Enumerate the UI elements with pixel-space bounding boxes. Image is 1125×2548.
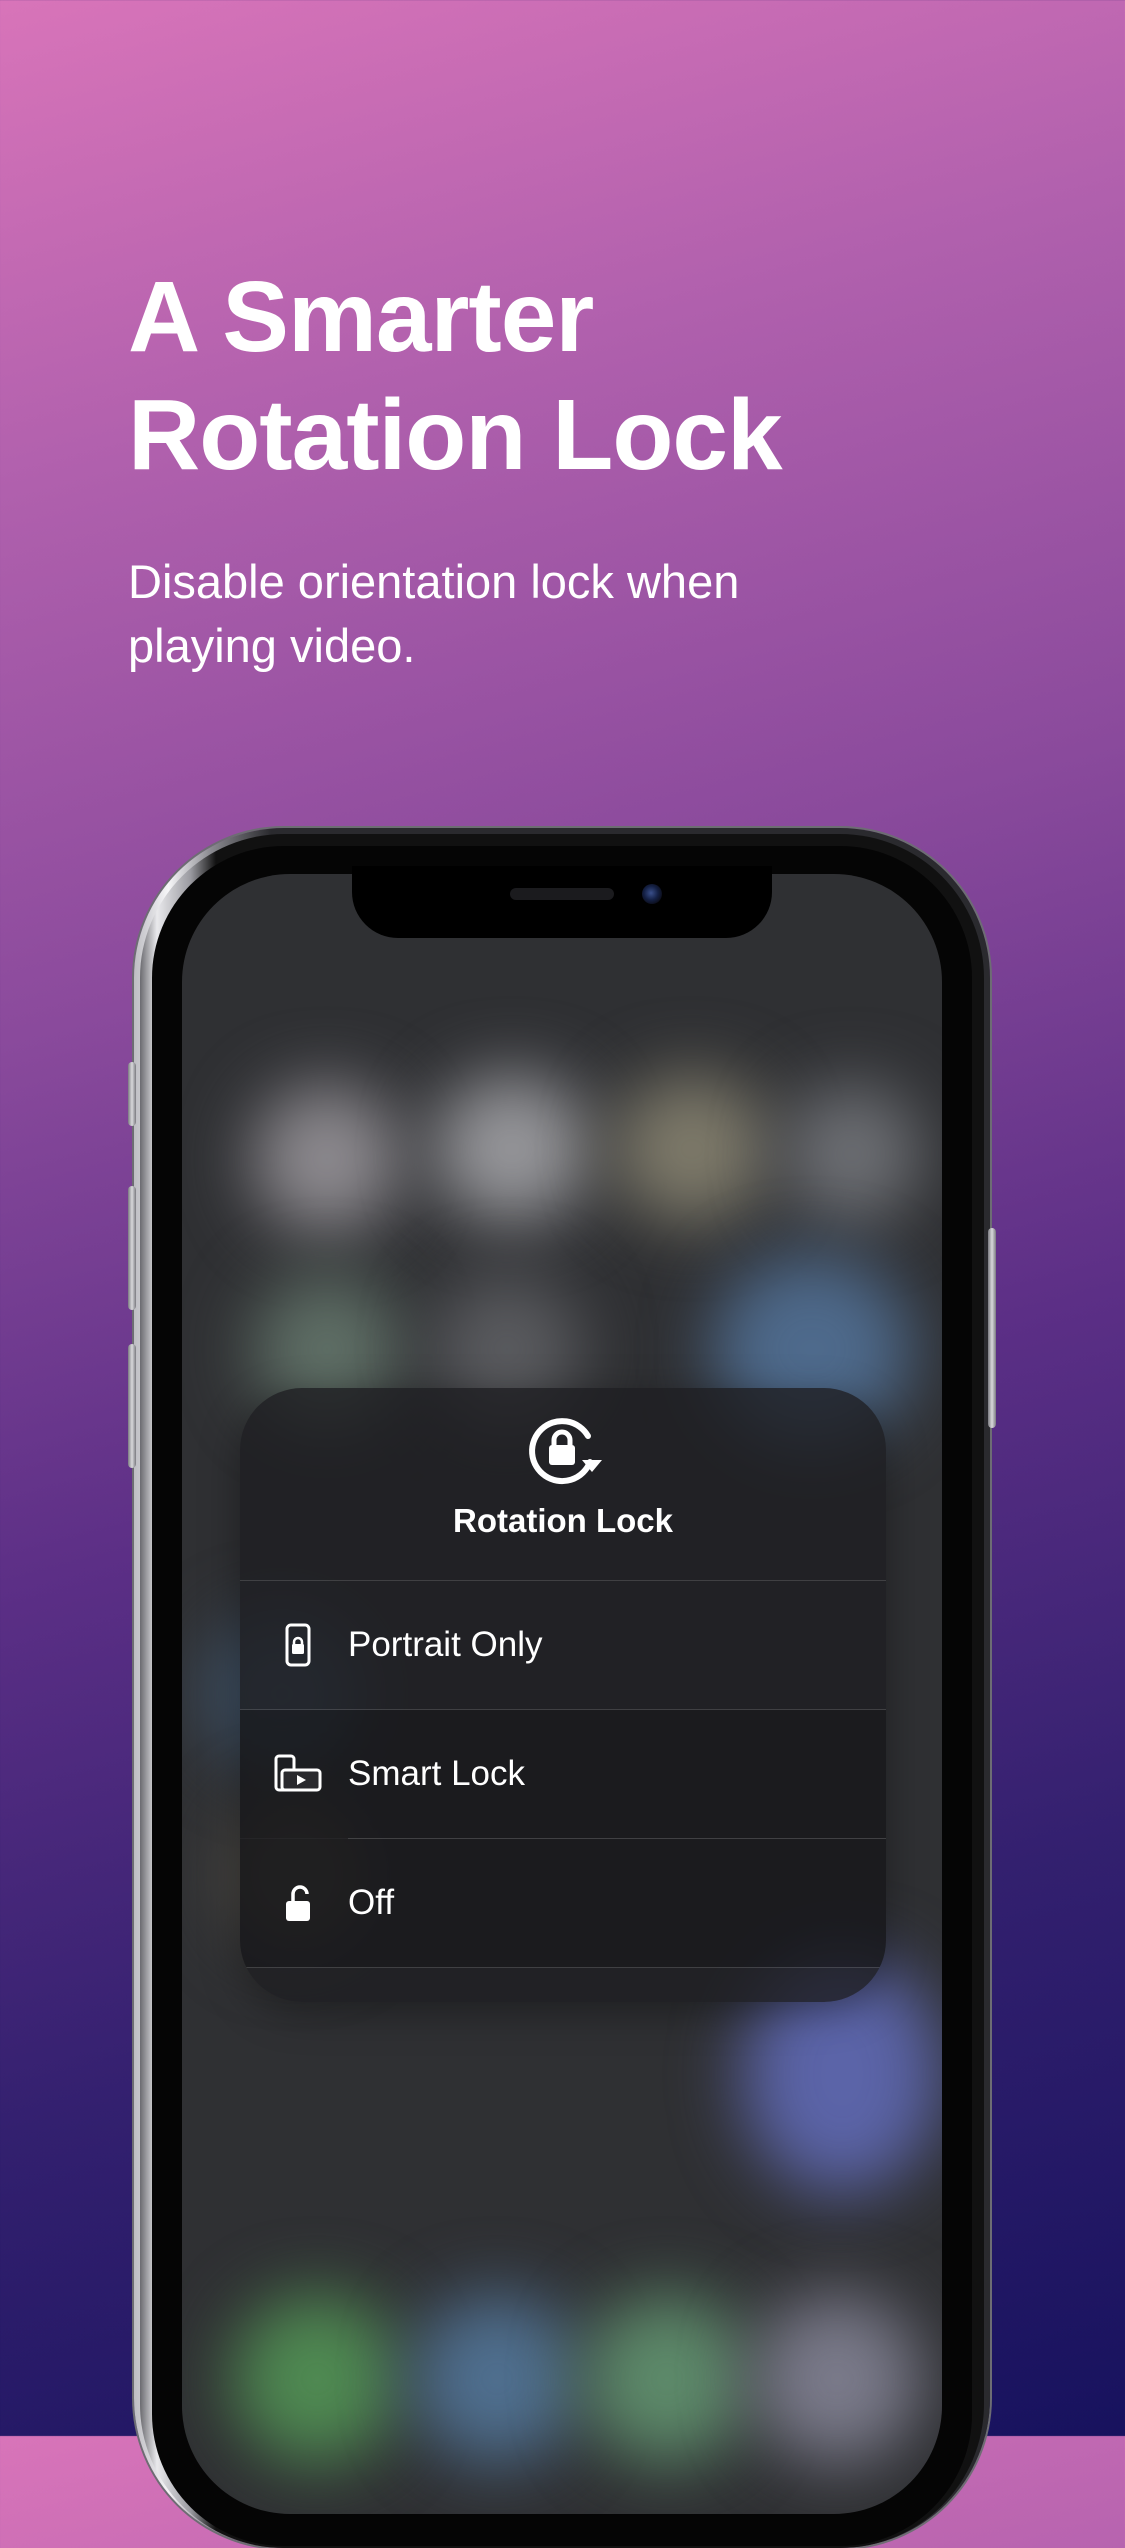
subheadline-line-2: playing video. — [128, 619, 416, 672]
phone-notch — [352, 866, 772, 938]
option-off[interactable]: Off — [240, 1839, 886, 1967]
blurred-app-icon — [612, 1074, 772, 1224]
smart-lock-icon — [274, 1754, 322, 1792]
front-camera — [642, 884, 662, 904]
blurred-app-icon — [432, 1074, 592, 1224]
blurred-app-icon — [252, 1084, 402, 1234]
option-smart-lock[interactable]: Smart Lock — [240, 1710, 886, 1838]
power-button — [988, 1228, 996, 1428]
option-label: Smart Lock — [348, 1754, 525, 1793]
rotation-lock-icon — [529, 1418, 602, 1485]
unlock-icon — [286, 1885, 310, 1921]
silent-switch — [128, 1062, 136, 1126]
blurred-dock-icon — [582, 2294, 752, 2464]
option-label: Portrait Only — [348, 1625, 543, 1664]
earpiece-speaker — [510, 888, 614, 900]
option-label: Off — [348, 1883, 395, 1922]
subheadline-line-1: Disable orientation lock when — [128, 555, 740, 608]
divider — [240, 1967, 886, 1968]
panel-header: Rotation Lock — [240, 1388, 886, 1580]
volume-down-button — [128, 1344, 136, 1468]
portrait-lock-icon — [285, 1623, 311, 1667]
blurred-dock-icon — [412, 2294, 582, 2464]
headline-line-2: Rotation Lock — [128, 379, 783, 491]
blurred-dock-icon — [752, 2294, 922, 2464]
volume-up-button — [128, 1186, 136, 1310]
rotation-lock-panel: Rotation Lock Portrait Only Smart Lock O… — [240, 1388, 886, 2002]
headline: A Smarter Rotation Lock — [128, 258, 1028, 494]
blurred-app-icon — [782, 1084, 922, 1224]
subheadline: Disable orientation lock when playing vi… — [128, 550, 888, 678]
headline-line-1: A Smarter — [128, 261, 594, 373]
option-portrait-only[interactable]: Portrait Only — [240, 1581, 886, 1709]
panel-title: Rotation Lock — [453, 1502, 673, 1539]
blurred-dock-icon — [232, 2294, 402, 2464]
